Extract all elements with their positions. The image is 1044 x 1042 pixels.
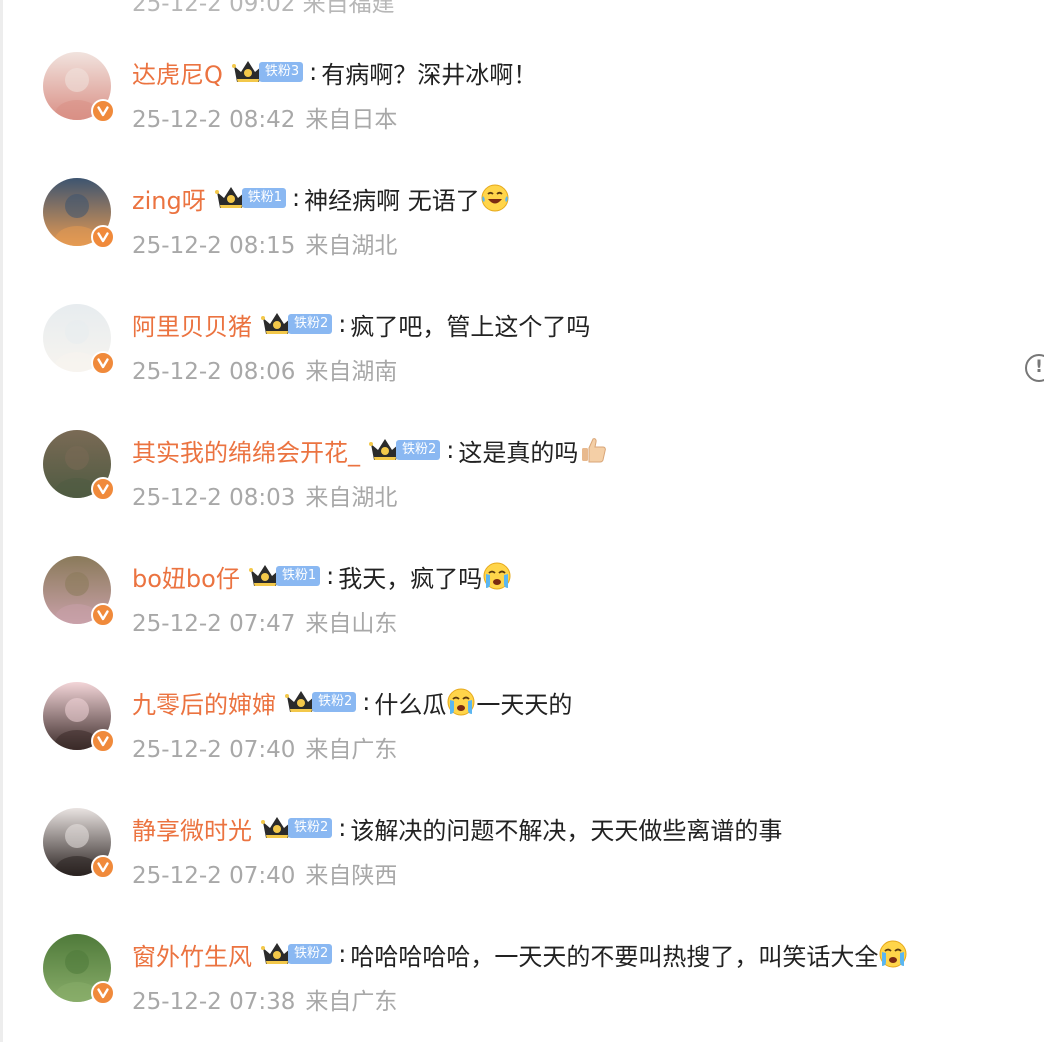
comment-location: 来自湖北: [305, 485, 398, 511]
verified-badge-icon: [91, 225, 115, 249]
comment-meta: 25-12-2 08:06 来自湖南: [132, 352, 397, 386]
colon-separator: :: [362, 688, 371, 716]
laugh-cry-emoji: [480, 183, 510, 213]
partial-comment-meta: 25-12-2 09:02 来自福建: [132, 0, 395, 17]
comment-text: 这是真的吗: [458, 438, 579, 467]
username-link[interactable]: 其实我的绵绵会开花_: [132, 433, 360, 468]
comment-page: 25-12-2 09:02 来自福建 达虎尼Q 铁粉3: 有病啊？深井冰啊！ 25-1…: [0, 0, 1044, 1042]
comment-text-after: 一天天的: [476, 690, 573, 719]
fan-level-tag: 铁粉2: [288, 944, 333, 964]
fan-badge[interactable]: 铁粉2: [260, 815, 333, 841]
fan-badge[interactable]: 铁粉2: [368, 437, 441, 463]
comment-meta: 25-12-2 07:47 来自山东: [132, 604, 397, 638]
comment-meta: 25-12-2 08:42 来自日本: [132, 100, 397, 134]
thumbs-up-emoji: [578, 435, 608, 465]
crying-emoji: [878, 939, 908, 969]
username-link[interactable]: zing呀: [132, 181, 206, 216]
fan-badge[interactable]: 铁粉1: [248, 563, 321, 589]
comment-location: 来自湖北: [305, 233, 398, 259]
username-link[interactable]: 阿里贝贝猪: [132, 307, 252, 342]
comment-text: 神经病啊 无语了: [304, 186, 480, 215]
colon-separator: :: [338, 940, 347, 968]
comment-time: 25-12-2 08:03: [132, 485, 296, 511]
comment-item: 静享微时光 铁粉2: 该解决的问题不解决，天天做些离谱的事 25-12-2 07:40…: [0, 808, 1044, 928]
comment-location: 来自陕西: [305, 863, 398, 889]
comment-line: bo妞bo仔 铁粉1: 我天，疯了吗: [132, 558, 512, 594]
comment-time: 25-12-2 07:38: [132, 989, 296, 1015]
comment-line: zing呀 铁粉1: 神经病啊 无语了: [132, 180, 510, 216]
comment-text: 哈哈哈哈哈，一天天的不要叫热搜了，叫笑话大全: [350, 942, 879, 971]
verified-badge-icon: [91, 729, 115, 753]
colon-separator: :: [338, 814, 347, 842]
comment-meta: 25-12-2 07:40 来自广东: [132, 730, 397, 764]
comment-text: 我天，疯了吗: [338, 564, 483, 593]
comment-line: 阿里贝贝猪 铁粉2: 疯了吧，管上这个了吗: [132, 306, 590, 342]
comment-location: 来自广东: [305, 737, 398, 763]
fan-level-tag: 铁粉1: [275, 566, 321, 586]
comment-item: 其实我的绵绵会开花_ 铁粉2: 这是真的吗 25-12-2 08:03 来自湖北: [0, 430, 1044, 550]
fan-badge[interactable]: 铁粉2: [284, 689, 357, 715]
comment-text: 什么瓜: [374, 690, 447, 719]
colon-separator: :: [446, 436, 455, 464]
comment-line: 九零后的婶婶 铁粉2: 什么瓜 一天天的: [132, 684, 572, 720]
username-link[interactable]: bo妞bo仔: [132, 559, 240, 594]
comment-time: 25-12-2 07:40: [132, 737, 296, 763]
comment-meta: 25-12-2 07:40 来自陕西: [132, 856, 397, 890]
fan-badge[interactable]: 铁粉2: [260, 311, 333, 337]
verified-badge-icon: [91, 855, 115, 879]
colon-separator: :: [338, 310, 347, 338]
crying-emoji: [446, 687, 476, 717]
comment-item: bo妞bo仔 铁粉1: 我天，疯了吗 25-12-2 07:47 来自山东: [0, 556, 1044, 676]
username-link[interactable]: 九零后的婶婶: [132, 685, 276, 720]
comment-item: 九零后的婶婶 铁粉2: 什么瓜 一天天的 25-12-2 07:40 来自广东: [0, 682, 1044, 802]
comment-location: 来自山东: [305, 611, 398, 637]
colon-separator: :: [292, 184, 301, 212]
fan-level-tag: 铁粉3: [258, 62, 304, 82]
comment-text: 该解决的问题不解决，天天做些离谱的事: [350, 816, 783, 845]
fan-level-tag: 铁粉2: [288, 314, 333, 334]
username-link[interactable]: 静享微时光: [132, 811, 252, 846]
comment-time: 25-12-2 08:15: [132, 233, 296, 259]
fan-badge[interactable]: 铁粉1: [214, 185, 286, 211]
comment-line: 窗外竹生风 铁粉2: 哈哈哈哈哈，一天天的不要叫热搜了，叫笑话大全: [132, 936, 908, 972]
comment-location: 来自广东: [305, 989, 398, 1015]
fan-level-tag: 铁粉2: [288, 818, 333, 838]
comment-location: 来自日本: [305, 107, 398, 133]
colon-separator: :: [309, 58, 318, 86]
fan-badge[interactable]: 铁粉3: [231, 59, 304, 85]
comment-item: zing呀 铁粉1: 神经病啊 无语了 25-12-2 08:15 来自湖北: [0, 178, 1044, 298]
comment-item: 达虎尼Q 铁粉3: 有病啊？深井冰啊！ 25-12-2 08:42 来自日本: [0, 52, 1044, 172]
verified-badge-icon: [91, 477, 115, 501]
fan-badge[interactable]: 铁粉2: [260, 941, 333, 967]
fan-level-tag: 铁粉1: [241, 188, 286, 208]
comment-meta: 25-12-2 07:38 来自广东: [132, 982, 397, 1016]
comment-item: 阿里贝贝猪 铁粉2: 疯了吧，管上这个了吗 25-12-2 08:06 来自湖南: [0, 304, 1044, 424]
comment-text: 疯了吧，管上这个了吗: [350, 312, 591, 341]
crying-emoji: [482, 561, 512, 591]
comment-text: 有病啊？深井冰啊！: [321, 60, 538, 89]
comment-time: 25-12-2 07:47: [132, 611, 296, 637]
comment-meta: 25-12-2 08:03 来自湖北: [132, 478, 397, 512]
username-link[interactable]: 窗外竹生风: [132, 937, 252, 972]
comment-line: 其实我的绵绵会开花_ 铁粉2: 这是真的吗: [132, 432, 608, 468]
comment-time: 25-12-2 07:40: [132, 863, 296, 889]
comment-time: 25-12-2 08:06: [132, 359, 296, 385]
fan-level-tag: 铁粉2: [312, 692, 357, 712]
verified-badge-icon: [91, 603, 115, 627]
comment-location: 来自湖南: [305, 359, 398, 385]
verified-badge-icon: [91, 351, 115, 375]
verified-badge-icon: [91, 99, 115, 123]
comment-line: 静享微时光 铁粉2: 该解决的问题不解决，天天做些离谱的事: [132, 810, 782, 846]
comment-item: 窗外竹生风 铁粉2: 哈哈哈哈哈，一天天的不要叫热搜了，叫笑话大全 25-12-2 0…: [0, 934, 1044, 1042]
verified-badge-icon: [91, 981, 115, 1005]
username-link[interactable]: 达虎尼Q: [132, 55, 223, 90]
colon-separator: :: [326, 562, 335, 590]
comment-meta: 25-12-2 08:15 来自湖北: [132, 226, 397, 260]
comment-time: 25-12-2 08:42: [132, 107, 296, 133]
comment-line: 达虎尼Q 铁粉3: 有病啊？深井冰啊！: [132, 54, 537, 90]
fan-level-tag: 铁粉2: [396, 440, 441, 460]
